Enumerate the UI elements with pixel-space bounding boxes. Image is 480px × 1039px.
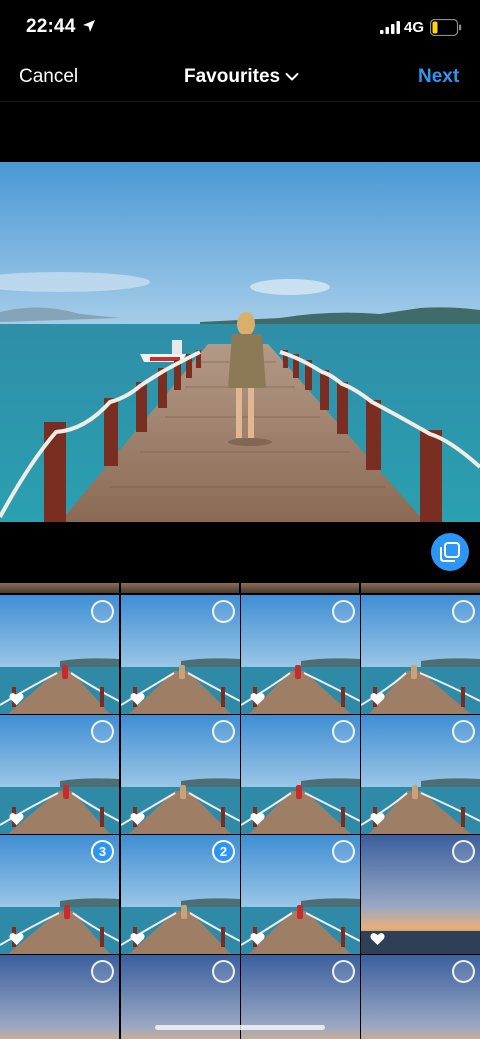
selection-circle[interactable]	[332, 600, 355, 623]
selection-circle[interactable]	[452, 600, 475, 623]
status-time: 22:44	[26, 16, 76, 37]
selection-circle[interactable]	[212, 960, 235, 983]
preview-image	[0, 162, 480, 522]
selection-order-badge[interactable]: 2	[212, 840, 235, 863]
selection-circle[interactable]	[332, 720, 355, 743]
selection-circle[interactable]	[212, 720, 235, 743]
photo-thumbnail[interactable]	[0, 715, 119, 834]
multi-select-button[interactable]	[431, 533, 469, 571]
selection-circle[interactable]	[452, 840, 475, 863]
selection-order-badge[interactable]: 3	[91, 840, 114, 863]
photo-thumbnail[interactable]	[361, 715, 480, 834]
heart-icon	[130, 813, 145, 825]
heart-icon	[250, 933, 265, 945]
album-title-dropdown[interactable]: Favourites	[184, 66, 280, 88]
photo-thumbnail[interactable]	[361, 595, 480, 714]
photo-thumbnail[interactable]	[361, 835, 480, 954]
photo-thumbnail[interactable]	[361, 955, 480, 1039]
home-indicator[interactable]	[155, 1025, 325, 1030]
photo-preview[interactable]	[0, 162, 480, 522]
grid-partial-row	[241, 583, 359, 593]
selection-circle[interactable]	[332, 840, 355, 863]
multi-select-icon	[440, 542, 460, 562]
heart-icon	[9, 933, 24, 945]
heart-icon	[370, 813, 385, 825]
status-bar: 22:44 4G	[0, 0, 480, 56]
photo-thumbnail[interactable]: 3	[0, 835, 119, 954]
cancel-button[interactable]: Cancel	[19, 66, 78, 88]
grid-partial-row	[361, 583, 480, 593]
photo-thumbnail[interactable]	[241, 715, 360, 834]
photo-thumbnail[interactable]	[121, 715, 240, 834]
selection-circle[interactable]	[212, 600, 235, 623]
signal-icon	[380, 21, 400, 34]
grid-partial-row	[121, 583, 239, 593]
next-button[interactable]: Next	[418, 66, 459, 88]
heart-icon	[130, 693, 145, 705]
location-arrow-icon	[83, 20, 95, 32]
selection-circle[interactable]	[452, 720, 475, 743]
selection-circle[interactable]	[452, 960, 475, 983]
battery-icon	[430, 19, 462, 36]
photo-thumbnail[interactable]	[0, 595, 119, 714]
photo-thumbnail[interactable]	[241, 595, 360, 714]
photo-thumbnail[interactable]	[121, 595, 240, 714]
photo-grid: 32	[0, 583, 480, 1039]
nav-bar: Cancel Favourites Next	[0, 56, 480, 102]
selection-circle[interactable]	[91, 720, 114, 743]
grid-partial-row	[0, 583, 119, 593]
heart-icon	[250, 813, 265, 825]
selection-circle[interactable]	[332, 960, 355, 983]
chevron-down-icon[interactable]	[285, 72, 299, 82]
selection-circle[interactable]	[91, 600, 114, 623]
heart-icon	[250, 693, 265, 705]
heart-icon	[9, 813, 24, 825]
heart-icon	[370, 693, 385, 705]
selection-circle[interactable]	[91, 960, 114, 983]
network-type: 4G	[404, 19, 425, 36]
heart-icon	[130, 933, 145, 945]
photo-thumbnail[interactable]: 2	[121, 835, 240, 954]
photo-thumbnail[interactable]	[0, 955, 119, 1039]
heart-icon	[370, 933, 385, 945]
heart-icon	[9, 693, 24, 705]
photo-thumbnail[interactable]	[241, 835, 360, 954]
